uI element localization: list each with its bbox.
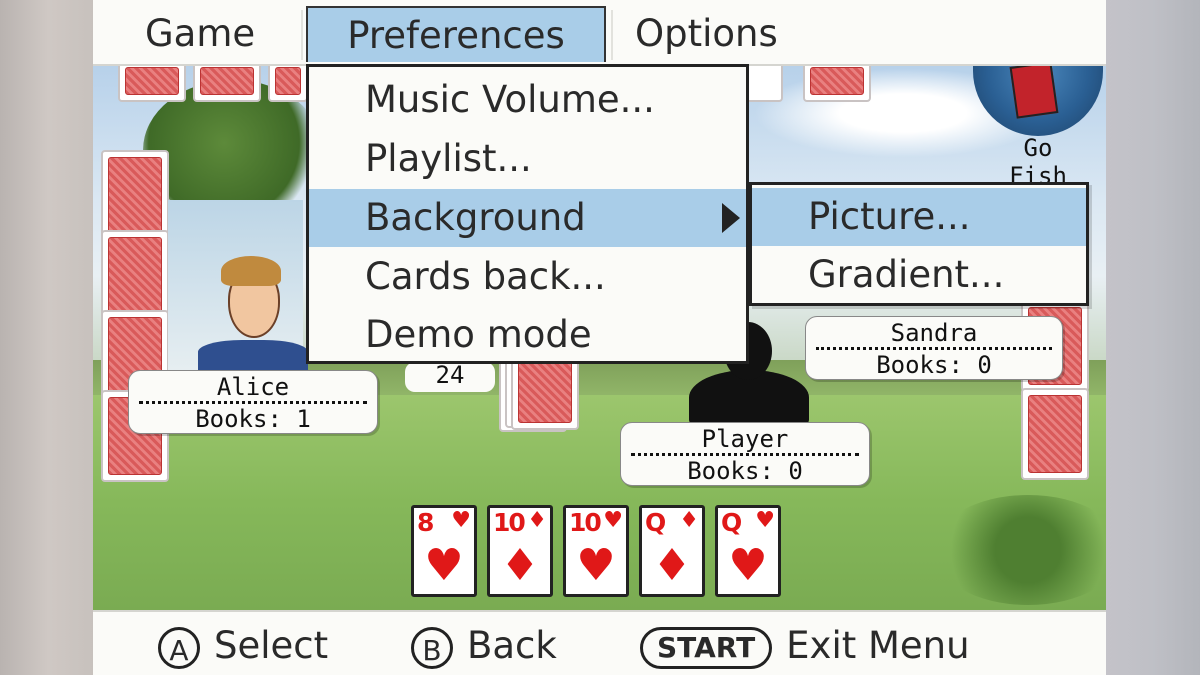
alice-books: Books: 1 <box>195 405 311 433</box>
opponent-card-back <box>118 60 186 102</box>
menu-preferences[interactable]: Preferences <box>306 6 606 62</box>
menu-options[interactable]: Options <box>613 6 800 62</box>
sandra-name-plate: Sandra Books: 0 <box>805 316 1063 380</box>
start-button-icon: START <box>640 626 773 669</box>
opponent-card-back <box>268 60 308 102</box>
hand-card[interactable]: 10 ♦ ♦ <box>487 505 553 597</box>
card-suit-small: ♦ <box>679 508 699 533</box>
hand-card[interactable]: 10 ♥ ♥ <box>563 505 629 597</box>
card-rank: Q <box>645 508 666 537</box>
card-suit-big: ♥ <box>576 540 616 591</box>
hand-card[interactable]: Q ♥ ♥ <box>715 505 781 597</box>
card-rank: 8 <box>417 508 434 537</box>
preferences-dropdown: Music Volume... Playlist... Background C… <box>306 64 749 364</box>
sandra-name: Sandra <box>816 320 1052 350</box>
submenu-arrow-icon <box>722 203 740 233</box>
card-suit-big: ♥ <box>424 540 464 591</box>
menu-game[interactable]: Game <box>123 6 277 62</box>
card-suit-small: ♥ <box>755 508 775 533</box>
card-suit-big: ♦ <box>652 540 692 591</box>
card-suit-big: ♦ <box>500 540 540 591</box>
alice-name-plate: Alice Books: 1 <box>128 370 378 434</box>
submenu-item-picture[interactable]: Picture... <box>752 188 1086 246</box>
menu-separator <box>301 10 303 60</box>
card-rank: 10 <box>493 508 526 537</box>
alice-avatar-hair <box>221 256 281 286</box>
logo-line-1: Go <box>1023 134 1053 162</box>
alice-avatar-body <box>198 340 308 370</box>
background-submenu: Picture... Gradient... <box>749 182 1089 306</box>
card-suit-small: ♥ <box>451 508 471 533</box>
opponent-card-back <box>803 60 871 102</box>
hint-exit-menu-label: Exit Menu <box>786 624 970 667</box>
alice-card-back <box>101 150 169 242</box>
hint-back[interactable]: B Back <box>411 622 557 670</box>
card-edge <box>743 60 783 102</box>
player-books: Books: 0 <box>687 457 803 485</box>
hand-card[interactable]: Q ♦ ♦ <box>639 505 705 597</box>
menu-item-background-label: Background <box>365 196 586 239</box>
card-rank: Q <box>721 508 742 537</box>
opponent-card-back <box>193 60 261 102</box>
card-suit-big: ♥ <box>728 540 768 591</box>
card-rank: 10 <box>569 508 602 537</box>
hint-select[interactable]: A Select <box>158 622 328 670</box>
player-name-plate: Player Books: 0 <box>620 422 870 486</box>
card-suit-small: ♥ <box>603 508 623 533</box>
alice-name: Alice <box>139 374 367 404</box>
hint-select-label: Select <box>214 624 329 667</box>
alice-card-back <box>101 230 169 322</box>
player-name: Player <box>631 426 859 456</box>
menu-bar: Game Preferences Options <box>93 0 1106 66</box>
menu-item-demo-mode[interactable]: Demo mode <box>309 306 746 364</box>
hint-exit-menu[interactable]: START Exit Menu <box>640 622 970 670</box>
menu-item-cards-back[interactable]: Cards back... <box>309 248 746 306</box>
deck-count: 24 <box>405 362 495 392</box>
b-button-icon: B <box>411 626 453 669</box>
menu-item-music-volume[interactable]: Music Volume... <box>309 71 746 129</box>
game-screen: 24 Alice Books: 1 Player Books: 0 Sandra… <box>93 0 1106 675</box>
card-suit-small: ♦ <box>527 508 547 533</box>
submenu-item-gradient[interactable]: Gradient... <box>752 246 1086 304</box>
a-button-icon: A <box>158 626 200 669</box>
sandra-books: Books: 0 <box>876 351 992 379</box>
menu-item-background[interactable]: Background <box>309 189 746 247</box>
hand-card[interactable]: 8 ♥ ♥ <box>411 505 477 597</box>
button-hint-bar: A Select B Back START Exit Menu <box>93 610 1106 675</box>
menu-item-playlist[interactable]: Playlist... <box>309 130 746 188</box>
sandra-card-back <box>1021 388 1089 480</box>
hint-back-label: Back <box>467 624 557 667</box>
